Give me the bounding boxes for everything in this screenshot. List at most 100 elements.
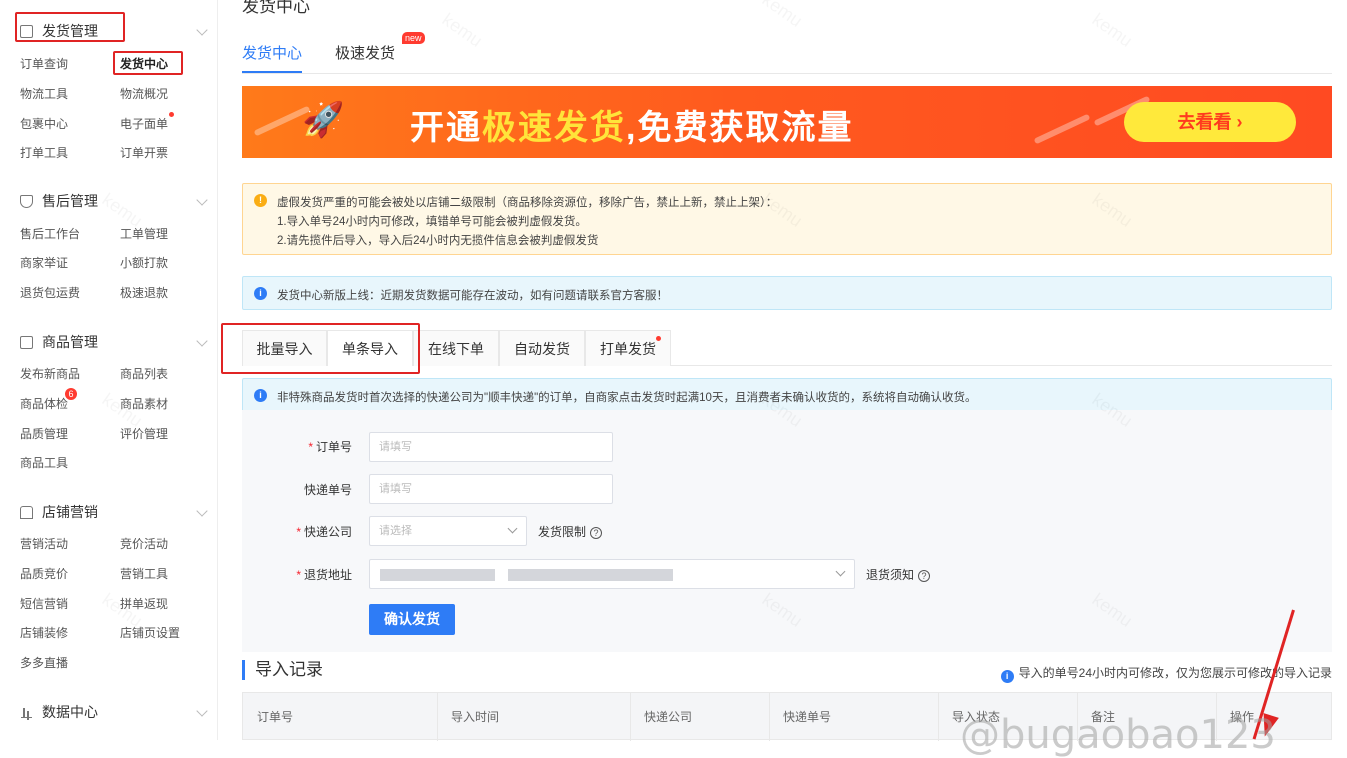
sidebar-group-marketing-header[interactable]: 店铺营销	[20, 501, 98, 523]
new-dot	[656, 336, 661, 341]
order-number-label: * 订单号	[308, 440, 352, 454]
chevron-down-icon[interactable]	[196, 505, 208, 517]
sidebar-item-order-query[interactable]: 订单查询	[20, 55, 68, 73]
sidebar-item-ticket[interactable]: 工单管理	[120, 225, 168, 243]
sidebar-item-reviews[interactable]: 评价管理	[120, 425, 168, 443]
sidebar-item-live[interactable]: 多多直播	[20, 654, 68, 672]
sidebar: 发货管理 订单查询 发货中心 物流工具 物流概况 包裹中心 电子面单 打单工具 …	[0, 0, 218, 740]
return-address-label: * 退货地址	[296, 568, 352, 582]
return-address-select[interactable]	[369, 559, 855, 589]
courier-select[interactable]: 请选择	[369, 516, 527, 546]
new-tag: new	[402, 32, 425, 44]
chevron-down-icon[interactable]	[196, 705, 208, 717]
column-order-number: 订单号	[257, 710, 294, 724]
tab-shipping-center[interactable]: 发货中心	[242, 42, 303, 73]
column-divider	[769, 693, 770, 741]
warning-line-1: 虚假发货严重的可能会被处以店铺二级限制（商品移除资源位，移除广告，禁止上新，禁止…	[277, 197, 778, 209]
help-icon: ?	[590, 527, 603, 539]
sidebar-group-aftersale-header[interactable]: 售后管理	[20, 190, 98, 212]
banner-cta-button[interactable]: 去看看 ›	[1124, 102, 1296, 142]
sidebar-item-shop-settings[interactable]: 店铺页设置	[120, 624, 180, 642]
sidebar-item-invoice[interactable]: 订单开票	[120, 144, 168, 162]
import-records-title: 导入记录	[242, 660, 323, 680]
sidebar-item-evidence[interactable]: 商家举证	[20, 254, 68, 272]
column-divider	[437, 693, 438, 741]
promo-banner[interactable]: 🚀 开通极速发货,免费获取流量 去看看 ›	[242, 86, 1332, 158]
group-title: 商品管理	[42, 334, 98, 350]
sidebar-item-new-product[interactable]: 发布新商品	[20, 365, 80, 383]
sidebar-item-product-assets[interactable]: 商品素材	[120, 395, 168, 413]
rocket-icon: 🚀	[302, 101, 345, 139]
chevron-down-icon	[835, 566, 846, 577]
tab-online-order[interactable]: 在线下单	[413, 330, 499, 366]
confirm-shipping-button[interactable]: 确认发货	[369, 604, 455, 635]
info-icon: i	[254, 287, 267, 300]
sidebar-item-cashback[interactable]: 拼单返现	[120, 595, 168, 613]
sidebar-item-logistics-tools[interactable]: 物流工具	[20, 85, 68, 103]
sidebar-item-small-payment[interactable]: 小额打款	[120, 254, 168, 272]
redacted-address	[380, 569, 495, 581]
group-title: 售后管理	[42, 193, 98, 209]
banner-text-part: ,免费获取流量	[626, 109, 854, 147]
courier-label: * 快递公司	[296, 525, 352, 539]
return-notice-link[interactable]: 退货须知?	[866, 566, 931, 583]
sidebar-group-products-header[interactable]: 商品管理	[20, 331, 98, 353]
chevron-down-icon[interactable]	[196, 194, 208, 206]
sidebar-item-product-tools[interactable]: 商品工具	[20, 454, 68, 472]
info-alert-auto-confirm: i 非特殊商品发货时首次选择的快递公司为"顺丰快递"的订单，自商家点击发货时起满…	[242, 378, 1332, 412]
sidebar-item-bidding[interactable]: 竞价活动	[120, 535, 168, 553]
banner-text-part: 开通	[410, 109, 482, 147]
column-courier: 快递公司	[644, 710, 693, 724]
sidebar-item-decoration[interactable]: 店铺装修	[20, 624, 68, 642]
count-badge: 6	[65, 388, 77, 400]
sidebar-item-sms[interactable]: 短信营销	[20, 595, 68, 613]
sidebar-item-quality[interactable]: 品质管理	[20, 425, 68, 443]
group-title: 店铺营销	[42, 504, 98, 520]
sidebar-item-quality-bidding[interactable]: 品质竞价	[20, 565, 68, 583]
footer-watermark: @bugaobao123	[960, 712, 1276, 758]
sidebar-item-package-center[interactable]: 包裹中心	[20, 115, 68, 133]
sidebar-item-return-freight[interactable]: 退货包运费	[20, 284, 80, 302]
chevron-down-icon[interactable]	[196, 335, 208, 347]
warning-icon: !	[254, 194, 267, 207]
sidebar-item-fast-refund[interactable]: 极速退款	[120, 284, 168, 302]
sidebar-item-e-waybill[interactable]: 电子面单	[120, 115, 168, 133]
page-title: 发货中心	[242, 0, 310, 16]
sidebar-item-print-tool[interactable]: 打单工具	[20, 144, 68, 162]
chevron-down-icon	[507, 523, 518, 534]
group-title: 数据中心	[42, 704, 98, 720]
decoration	[1033, 113, 1091, 145]
column-divider	[630, 693, 631, 741]
import-records-note: i 导入的单号24小时内可修改，仅为您展示可修改的导入记录	[1000, 664, 1332, 683]
column-divider	[938, 693, 939, 741]
column-tracking-number: 快递单号	[783, 710, 832, 724]
sidebar-item-logistics-overview[interactable]: 物流概况	[120, 85, 168, 103]
column-import-time: 导入时间	[451, 710, 500, 724]
sidebar-item-product-list[interactable]: 商品列表	[120, 365, 168, 383]
annotation-box	[113, 51, 183, 75]
info-text: 发货中心新版上线：近期发货数据可能存在波动，如有问题请联系官方客服！	[277, 290, 668, 302]
banner-text-highlight: 极速发货	[482, 109, 626, 147]
warning-line-2: 1.导入单号24小时内可修改，填错单号可能会被判虚假发货。	[277, 216, 587, 228]
warning-line-3: 2.请先揽件后导入，导入后24小时内无揽件信息会被判虚假发货	[277, 235, 599, 247]
shipping-limit-link[interactable]: 发货限制?	[538, 523, 603, 540]
info-icon: i	[254, 389, 267, 402]
info-text: 非特殊商品发货时首次选择的快递公司为"顺丰快递"的订单，自商家点击发货时起满10…	[277, 392, 977, 404]
tab-fast-shipping[interactable]: 极速发货	[335, 42, 395, 63]
order-number-input[interactable]: 请填写	[369, 432, 613, 462]
top-tabs: 发货中心 极速发货 new	[242, 32, 1332, 74]
bar-chart-icon	[20, 706, 33, 719]
tab-auto-shipping[interactable]: 自动发货	[499, 330, 585, 366]
annotation-box	[15, 12, 125, 42]
help-icon: ?	[918, 570, 931, 582]
sidebar-item-campaigns[interactable]: 营销活动	[20, 535, 68, 553]
warning-alert: ! 虚假发货严重的可能会被处以店铺二级限制（商品移除资源位，移除广告，禁止上新，…	[242, 183, 1332, 255]
tracking-number-input[interactable]: 请填写	[369, 474, 613, 504]
sidebar-item-marketing-tools[interactable]: 营销工具	[120, 565, 168, 583]
sidebar-item-aftersale-workbench[interactable]: 售后工作台	[20, 225, 80, 243]
chevron-down-icon[interactable]	[196, 24, 208, 36]
info-icon: i	[1000, 670, 1014, 683]
sidebar-item-product-check[interactable]: 商品体检	[20, 395, 68, 413]
sidebar-group-data-header[interactable]: 数据中心	[20, 701, 98, 723]
main-content: 发货中心 发货中心 极速发货 new 🚀 开通极速发货,免费获取流量 去看看 ›…	[221, 0, 1332, 741]
